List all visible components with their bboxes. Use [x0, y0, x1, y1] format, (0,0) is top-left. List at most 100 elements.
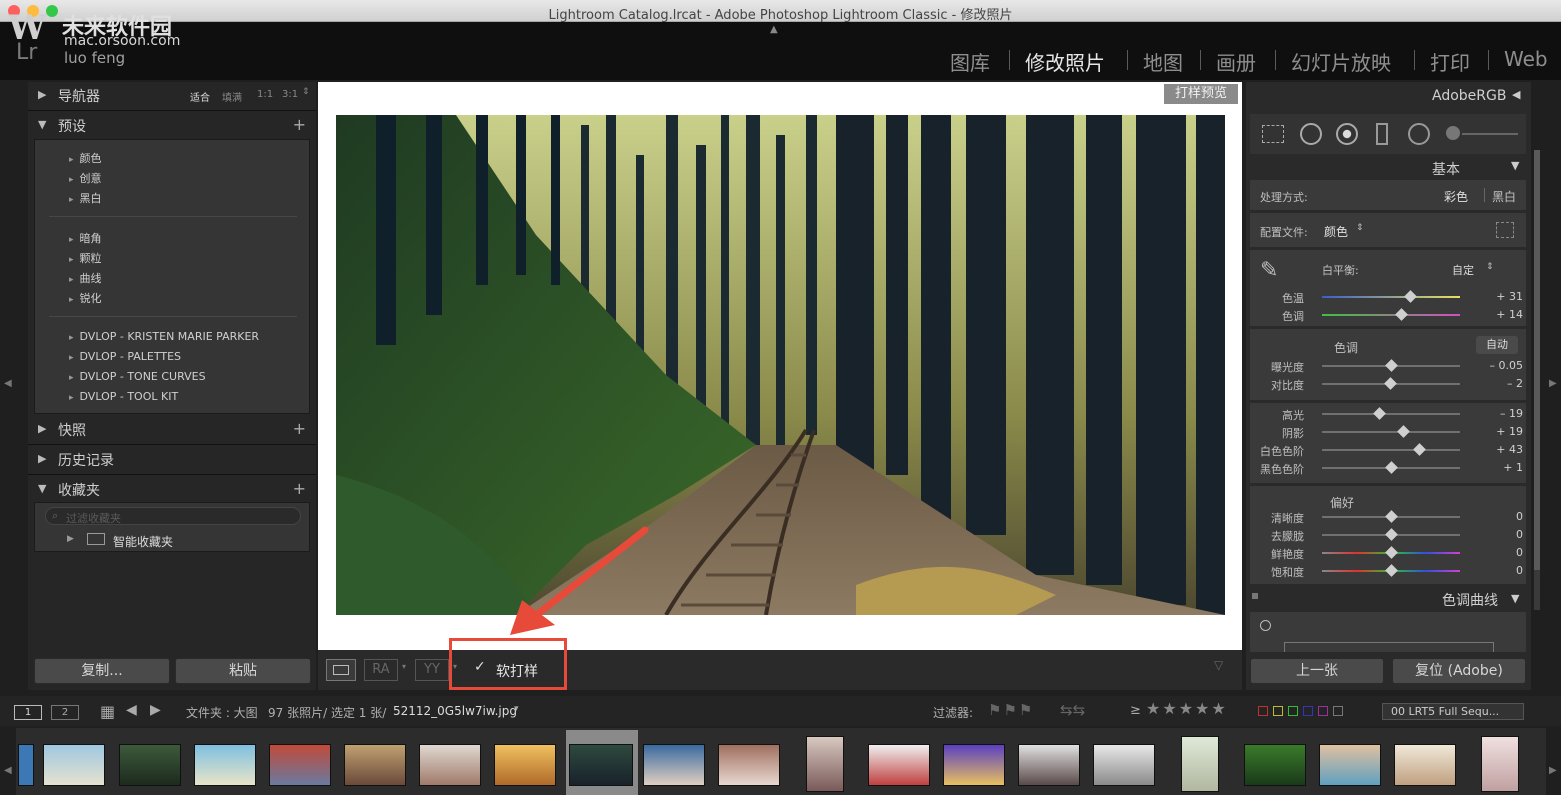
thumbnail[interactable] — [643, 744, 705, 786]
thumbnail[interactable] — [868, 744, 930, 786]
film-left-icon[interactable]: ◀ — [4, 765, 12, 776]
thumbnail[interactable] — [806, 736, 844, 792]
collapse-right-icon[interactable]: ▶ — [1549, 378, 1557, 389]
thumbnail[interactable] — [419, 744, 481, 786]
source-label[interactable]: 文件夹 : 大图 — [186, 704, 258, 721]
previous-button[interactable]: 上一张 — [1250, 658, 1384, 684]
thumbnail[interactable] — [1394, 744, 1456, 786]
preset-folder[interactable]: DVLOP - TOOL KIT — [69, 390, 179, 403]
preset-folder[interactable]: 黑白 — [69, 190, 102, 206]
graduated-filter-icon[interactable] — [1376, 123, 1388, 145]
thumbnail[interactable] — [119, 744, 181, 786]
collection-filter-input[interactable]: ⌕ 过滤收藏夹 — [45, 507, 301, 525]
preset-folder[interactable]: 曲线 — [69, 270, 102, 286]
zoom-stepper-icon[interactable]: ⇕ — [302, 87, 310, 97]
back-arrow-icon[interactable]: ◀ — [126, 702, 137, 718]
preset-folder[interactable]: 颗粒 — [69, 250, 102, 266]
eyedropper-icon[interactable]: ✎ — [1260, 258, 1278, 283]
slider-track[interactable] — [1322, 413, 1460, 415]
thumbnail[interactable] — [1481, 736, 1519, 792]
preset-folder[interactable]: 锐化 — [69, 290, 102, 306]
grid-view-icon[interactable]: ▦ — [100, 702, 115, 721]
rating-filter-icon[interactable]: ★★★★★ — [1146, 699, 1228, 718]
slider-track[interactable] — [1322, 431, 1460, 433]
tone-curve-graph[interactable] — [1284, 642, 1494, 652]
slider-track[interactable] — [1322, 449, 1460, 451]
dropdown-icon[interactable]: ▾ — [514, 704, 519, 714]
slider-value[interactable]: + 43 — [1473, 443, 1523, 456]
paste-button[interactable]: 粘贴 — [175, 658, 311, 684]
history-header[interactable]: ▶ 历史记录 — [28, 446, 316, 474]
thumbnail[interactable] — [494, 744, 556, 786]
red-eye-icon[interactable] — [1336, 123, 1358, 145]
dropdown-icon[interactable]: ⇕ — [1356, 223, 1364, 233]
auto-tone-button[interactable]: 自动 — [1476, 336, 1518, 354]
treatment-bw-button[interactable]: 黑白 — [1492, 188, 1516, 205]
thumbnail[interactable] — [943, 744, 1005, 786]
preset-folder[interactable]: 暗角 — [69, 230, 102, 246]
slider-value[interactable]: – 0.05 — [1473, 359, 1524, 372]
collapse-icon[interactable]: ▼ — [1511, 159, 1519, 172]
basic-title[interactable]: 基本 — [1432, 159, 1460, 179]
thumbnail[interactable] — [1181, 736, 1219, 792]
wb-select[interactable]: 自定 — [1452, 262, 1474, 278]
collapse-top-icon[interactable]: ▲ — [770, 24, 778, 35]
expand-icon[interactable]: ▶ — [67, 534, 74, 544]
thumbnail[interactable] — [194, 744, 256, 786]
thumbnail[interactable] — [1244, 744, 1306, 786]
zoom-fill[interactable]: 填满 — [222, 89, 242, 104]
forward-arrow-icon[interactable]: ▶ — [150, 702, 161, 718]
thumbnail[interactable] — [569, 744, 633, 786]
dropdown-icon[interactable]: ⇕ — [1486, 262, 1494, 272]
scrollbar-thumb[interactable] — [1534, 150, 1540, 570]
selected-thumbnail-cell[interactable] — [566, 730, 638, 795]
slider-value[interactable]: + 19 — [1473, 425, 1523, 438]
forest-photo[interactable] — [336, 115, 1225, 615]
slider-value[interactable]: – 2 — [1473, 377, 1523, 390]
second-window-button[interactable]: 2 — [51, 705, 79, 720]
tone-curve-title[interactable]: 色调曲线 — [1442, 590, 1498, 610]
profile-browser-icon[interactable] — [1496, 222, 1514, 238]
thumbnail[interactable] — [269, 744, 331, 786]
module-library[interactable]: 图库 — [950, 47, 990, 76]
add-collection-icon[interactable]: + — [293, 479, 306, 498]
preset-folder[interactable]: 创意 — [69, 170, 102, 186]
color-label-filter[interactable] — [1258, 706, 1356, 716]
copy-button[interactable]: 复制... — [34, 658, 170, 684]
preset-folder[interactable]: DVLOP - TONE CURVES — [69, 370, 206, 383]
module-slideshow[interactable]: 幻灯片放映 — [1291, 47, 1391, 76]
add-snapshot-icon[interactable]: + — [293, 419, 306, 438]
target-adjust-icon[interactable] — [1260, 620, 1271, 631]
histogram-toggle-icon[interactable]: ◀ — [1512, 88, 1520, 101]
slider-track[interactable] — [1322, 314, 1460, 316]
zoom-1-1[interactable]: 1:1 — [257, 89, 273, 100]
thumbnail[interactable] — [718, 744, 780, 786]
slider-value[interactable]: + 31 — [1473, 290, 1523, 303]
thumbnail[interactable] — [1093, 744, 1155, 786]
edit-filter-icon[interactable]: ⇆⇆ — [1060, 701, 1085, 719]
preset-folder[interactable]: DVLOP - KRISTEN MARIE PARKER — [69, 330, 260, 343]
smart-collection-label[interactable]: 智能收藏夹 — [113, 533, 173, 550]
presets-header[interactable]: ▼ 预设 + — [28, 112, 316, 140]
thumbnail[interactable] — [344, 744, 406, 786]
thumbnail[interactable] — [1018, 744, 1080, 786]
brush-slider[interactable] — [1462, 133, 1518, 135]
before-after-tb-icon[interactable]: YY — [415, 659, 449, 681]
profile-select[interactable]: 颜色 — [1324, 223, 1348, 240]
radial-filter-icon[interactable] — [1408, 123, 1430, 145]
module-develop[interactable]: 修改照片 — [1025, 47, 1105, 76]
preset-folder[interactable]: 颜色 — [69, 150, 102, 166]
zoom-fit[interactable]: 适合 — [190, 89, 210, 104]
slider-track[interactable] — [1322, 296, 1460, 298]
brush-icon[interactable] — [1446, 126, 1460, 140]
module-print[interactable]: 打印 — [1430, 47, 1470, 76]
treatment-color-button[interactable]: 彩色 — [1444, 188, 1468, 205]
slider-value[interactable]: 0 — [1473, 564, 1523, 577]
spot-removal-icon[interactable] — [1300, 123, 1322, 145]
flag-filter-icon[interactable]: ⚑⚑⚑ — [988, 701, 1034, 719]
rating-operator[interactable]: ≥ — [1130, 703, 1141, 718]
main-window-button[interactable]: 1 — [14, 705, 42, 720]
film-right-icon[interactable]: ▶ — [1549, 765, 1557, 776]
slider-value[interactable]: 0 — [1473, 546, 1523, 559]
right-panel-scrollbar[interactable] — [1534, 150, 1540, 610]
